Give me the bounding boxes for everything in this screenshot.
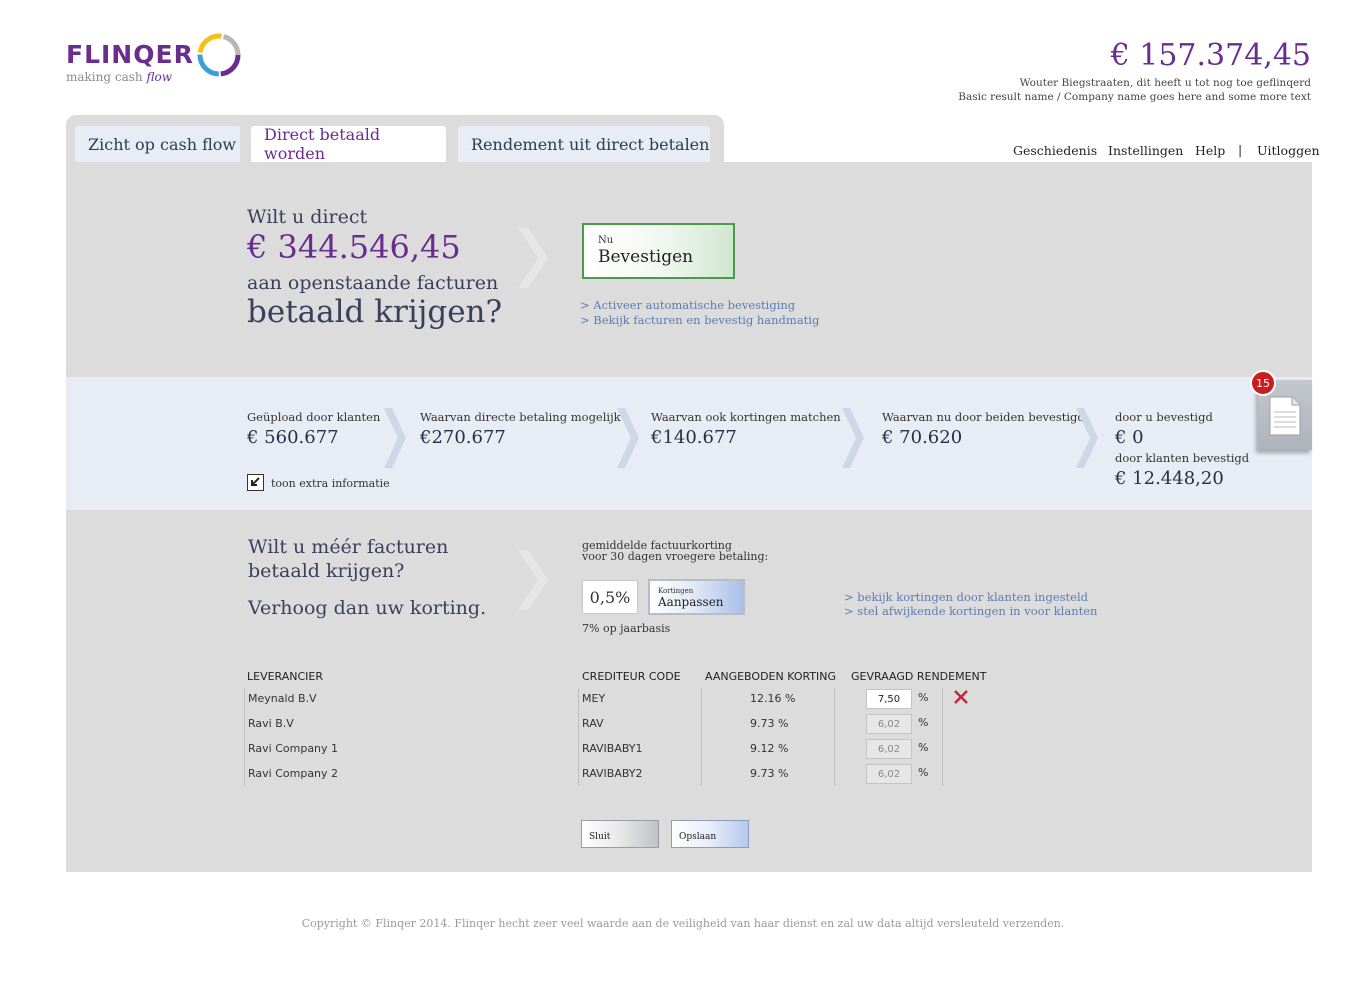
- nav-geschiedenis[interactable]: Geschiedenis: [1013, 143, 1097, 158]
- confirm-now-small: Nu: [598, 235, 614, 246]
- discount-percentage-input[interactable]: 0,5%: [582, 580, 638, 614]
- column-header-discount: AANGEBODEN KORTING: [705, 670, 837, 683]
- cell-discount: 9.73 %: [750, 717, 789, 730]
- column-divider: [834, 688, 835, 786]
- column-divider: [942, 688, 943, 786]
- adjust-discounts-button[interactable]: Kortingen Aanpassen: [648, 579, 745, 615]
- stat-value-clients-confirmed: € 12.448,20: [1115, 468, 1224, 489]
- close-button-label: Sluit: [589, 832, 611, 842]
- close-button[interactable]: Sluit: [581, 820, 659, 848]
- user-summary-line: Wouter Biegstraaten, dit heeft u tot nog…: [1019, 77, 1311, 89]
- logo-tagline: making cash flow: [66, 70, 172, 84]
- column-header-code: CREDITEUR CODE: [582, 670, 681, 683]
- stat-label-both-confirmed: Waarvan nu door beiden bevestigd: [882, 410, 1085, 424]
- return-input[interactable]: 6,02: [866, 714, 912, 734]
- column-divider: [578, 688, 579, 786]
- return-input[interactable]: 7,50: [866, 689, 912, 709]
- stat-label-direct-possible: Waarvan directe betaling mogelijk: [420, 410, 621, 424]
- cell-supplier: Meynald B.V: [248, 692, 317, 705]
- cell-unit: %: [918, 766, 929, 779]
- company-line: Basic result name / Company name goes he…: [958, 91, 1311, 103]
- column-header-return: GEVRAAGD RENDEMENT: [851, 670, 987, 683]
- stat-label-you-confirmed: door u bevestigd: [1115, 410, 1213, 424]
- expand-icon[interactable]: [247, 474, 264, 491]
- return-input[interactable]: 6,02: [866, 764, 912, 784]
- confirm-now-label: Bevestigen: [598, 247, 694, 267]
- stat-label-uploaded: Geüpload door klanten: [247, 410, 381, 424]
- question-line4: betaald krijgen?: [247, 294, 503, 330]
- total-earned-amount: € 157.374,45: [1110, 38, 1311, 73]
- nav-uitloggen[interactable]: Uitloggen: [1257, 143, 1320, 158]
- discount-label-line2: voor 30 dagen vroegere betaling:: [582, 550, 769, 563]
- stat-label-discount-match: Waarvan ook kortingen matchen: [651, 410, 841, 424]
- return-input[interactable]: 6,02: [866, 739, 912, 759]
- cell-code: RAV: [582, 717, 604, 730]
- stat-value-uploaded: € 560.677: [247, 427, 339, 448]
- save-button-label: Opslaan: [679, 832, 717, 842]
- adjust-discounts-small: Kortingen: [658, 587, 694, 595]
- nav-help[interactable]: Help: [1195, 143, 1225, 158]
- cell-discount: 9.73 %: [750, 767, 789, 780]
- chevron-right-icon: [384, 408, 414, 468]
- question-line3: aan openstaande facturen: [247, 272, 499, 294]
- chevron-right-icon: [1076, 408, 1106, 468]
- cell-supplier: Ravi Company 1: [248, 742, 339, 755]
- cell-code: RAVIBABY2: [582, 767, 643, 780]
- stat-value-discount-match: €140.677: [651, 427, 737, 448]
- nav-instellingen[interactable]: Instellingen: [1108, 143, 1183, 158]
- yearly-rate: 7% op jaarbasis: [582, 622, 671, 635]
- chevron-right-icon: [842, 408, 872, 468]
- link-view-client-discounts[interactable]: > bekijk kortingen door klanten ingestel…: [844, 590, 1088, 604]
- cell-discount: 12.16 %: [750, 692, 796, 705]
- nav-separator: |: [1238, 142, 1243, 157]
- stat-value-you-confirmed: € 0: [1115, 427, 1144, 448]
- logo-swirl-icon: [196, 32, 242, 78]
- cell-unit: %: [918, 691, 929, 704]
- column-divider: [244, 688, 245, 786]
- link-activate-auto-confirm[interactable]: > Activeer automatische bevestiging: [580, 298, 795, 312]
- link-set-custom-discounts[interactable]: > stel afwijkende kortingen in voor klan…: [844, 604, 1097, 618]
- confirm-now-button[interactable]: Nu Bevestigen: [582, 223, 735, 279]
- cell-supplier: Ravi B.V: [248, 717, 294, 730]
- show-extra-info-link[interactable]: toon extra informatie: [271, 477, 390, 490]
- stat-value-both-confirmed: € 70.620: [882, 427, 963, 448]
- delete-icon[interactable]: [953, 689, 969, 705]
- cell-code: RAVIBABY1: [582, 742, 643, 755]
- footer-copyright: Copyright © Flinqer 2014. Flinqer hecht …: [301, 917, 1065, 930]
- more-line3: Verhoog dan uw korting.: [248, 597, 487, 619]
- tab-zicht-op-cash-flow[interactable]: Zicht op cash flow: [75, 126, 240, 162]
- stat-label-clients-confirmed: door klanten bevestigd: [1115, 451, 1250, 465]
- tab-rendement[interactable]: Rendement uit direct betalen: [458, 126, 710, 162]
- stat-value-direct-possible: €270.677: [420, 427, 506, 448]
- logo-wordmark: FLINQER: [66, 40, 194, 69]
- question-line1: Wilt u direct: [247, 206, 368, 228]
- cell-unit: %: [918, 741, 929, 754]
- question-amount: € 344.546,45: [247, 228, 461, 266]
- chevron-right-icon: [518, 550, 548, 610]
- more-line2: betaald krijgen?: [248, 560, 405, 582]
- tab-direct-betaald-worden[interactable]: Direct betaald worden: [251, 125, 446, 163]
- column-header-supplier: LEVERANCIER: [247, 670, 324, 683]
- cell-code: MEY: [582, 692, 606, 705]
- more-line1: Wilt u méér facturen: [248, 536, 449, 558]
- chevron-right-icon: [617, 408, 647, 468]
- link-view-invoices[interactable]: > Bekijk facturen en bevestig handmatig: [580, 313, 819, 327]
- notification-badge: 15: [1250, 370, 1276, 396]
- cell-unit: %: [918, 716, 929, 729]
- cell-discount: 9.12 %: [750, 742, 789, 755]
- column-divider: [701, 688, 702, 786]
- document-icon: [1269, 396, 1301, 436]
- save-button[interactable]: Opslaan: [671, 820, 749, 848]
- chevron-right-icon: [518, 228, 548, 288]
- adjust-discounts-label: Aanpassen: [658, 595, 724, 609]
- cell-supplier: Ravi Company 2: [248, 767, 339, 780]
